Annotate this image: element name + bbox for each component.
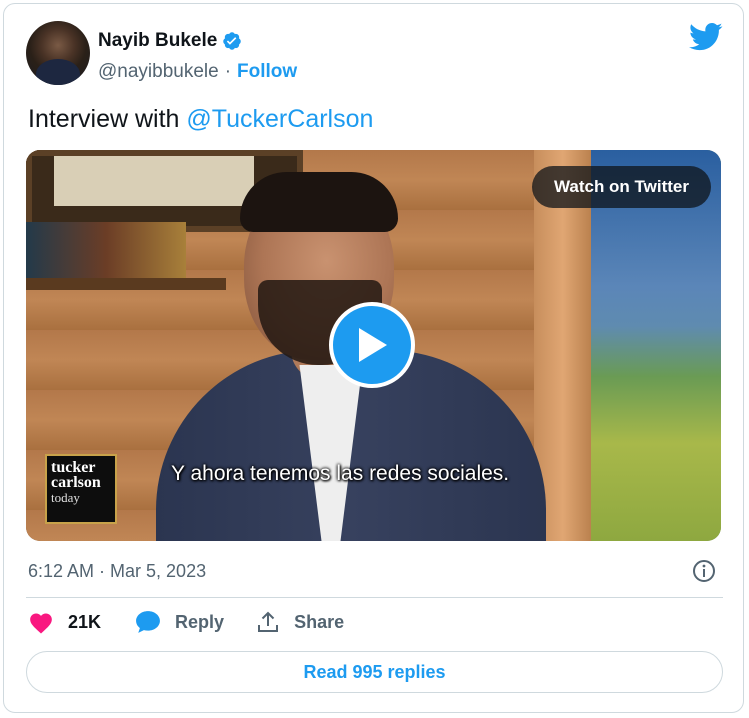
handle-row: @nayibbukele · Follow xyxy=(98,61,297,83)
reply-button[interactable]: Reply xyxy=(135,610,224,634)
follow-button[interactable]: Follow xyxy=(237,61,297,83)
logo-line-1: tucker xyxy=(51,459,96,476)
share-button[interactable]: Share xyxy=(256,610,344,634)
video-caption: Y ahora tenemos las redes sociales. xyxy=(171,462,510,485)
author-handle[interactable]: @nayibbukele xyxy=(98,61,219,83)
read-replies-button[interactable]: Read 995 replies xyxy=(26,651,723,693)
verified-badge-icon xyxy=(223,32,242,50)
play-button[interactable] xyxy=(329,302,415,388)
author-name[interactable]: Nayib Bukele xyxy=(98,30,217,52)
watch-on-twitter-button[interactable]: Watch on Twitter xyxy=(531,166,711,208)
like-count: 21K xyxy=(68,611,102,632)
logo-line-2: carlson xyxy=(51,474,101,491)
tweet-text: Interview with @TuckerCarlson xyxy=(28,105,373,134)
tucker-carlson-today-logo: tucker carlson today xyxy=(45,454,117,524)
landscape-backdrop xyxy=(591,150,721,541)
person-hair xyxy=(240,172,398,232)
share-label: Share xyxy=(294,611,345,632)
author-name-row: Nayib Bukele xyxy=(98,30,242,52)
tweet-timestamp[interactable]: 6:12 AM · Mar 5, 2023 xyxy=(28,561,206,582)
logo-line-3: today xyxy=(51,490,80,505)
mention-link[interactable]: @TuckerCarlson xyxy=(186,105,373,133)
avatar[interactable] xyxy=(26,21,90,85)
info-icon[interactable] xyxy=(692,559,716,583)
like-button[interactable]: 21K xyxy=(28,610,101,634)
tweet-card: Nayib Bukele @nayibbukele · Follow Inter… xyxy=(3,3,744,713)
reply-label: Reply xyxy=(175,611,225,632)
video-player[interactable]: Watch on Twitter tucker carlson today Y … xyxy=(26,150,721,541)
share-upload-icon xyxy=(258,611,279,632)
action-bar: 21K Reply Share xyxy=(28,610,344,634)
bookshelf xyxy=(26,222,186,280)
shelf-board xyxy=(26,278,226,290)
handle-separator: · xyxy=(224,61,232,82)
reply-bubble-icon xyxy=(136,611,160,633)
twitter-bird-icon[interactable] xyxy=(689,22,723,52)
divider xyxy=(26,597,723,598)
heart-icon xyxy=(30,613,52,634)
tweet-text-prefix: Interview with xyxy=(28,105,180,133)
play-icon xyxy=(359,328,387,362)
